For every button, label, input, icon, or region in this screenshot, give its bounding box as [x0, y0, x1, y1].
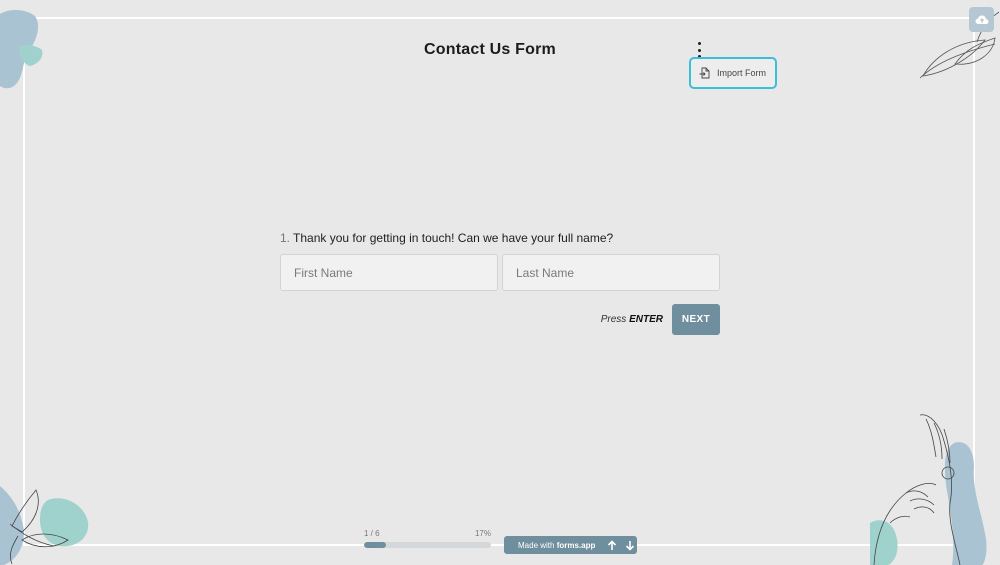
cloud-upload-icon — [975, 15, 988, 24]
brand-name: forms.app — [556, 540, 596, 550]
bottom-right-hands-drawing — [870, 414, 987, 565]
press-hint-prefix: Press — [600, 314, 627, 325]
press-enter-hint: Press ENTER — [560, 314, 663, 325]
question-label: 1. Thank you for getting in touch! Can we… — [280, 231, 613, 245]
question-number: 1. — [280, 231, 291, 245]
progress-bar — [364, 542, 491, 548]
form-frame — [23, 17, 975, 546]
press-hint-key: ENTER — [629, 314, 663, 325]
first-name-input[interactable] — [280, 254, 498, 291]
progress-bar-fill — [364, 542, 386, 548]
import-form-button[interactable]: Import Form — [689, 57, 777, 89]
import-form-label: Import Form — [717, 68, 767, 78]
bottom-left-decoration — [0, 486, 89, 565]
previous-question-button[interactable] — [605, 536, 618, 554]
import-file-icon — [699, 67, 710, 79]
cloud-upload-button[interactable] — [969, 7, 994, 32]
last-name-input[interactable] — [502, 254, 720, 291]
form-title: Contact Us Form — [424, 41, 556, 58]
footer-bar: Made with forms.app — [504, 536, 637, 554]
more-options-button[interactable] — [693, 42, 705, 58]
made-with-label: Made with — [518, 540, 555, 550]
arrow-down-icon — [626, 540, 635, 551]
arrow-up-icon — [607, 539, 617, 550]
progress-percent: 17% — [474, 529, 491, 538]
next-question-button[interactable] — [624, 536, 637, 554]
kebab-menu-icon — [697, 42, 701, 45]
made-with-link[interactable]: Made with forms.app — [504, 541, 595, 550]
progress-count: 1 / 6 — [364, 529, 380, 538]
question-text: Thank you for getting in touch! Can we h… — [293, 231, 614, 245]
next-button[interactable]: NEXT — [672, 304, 720, 335]
